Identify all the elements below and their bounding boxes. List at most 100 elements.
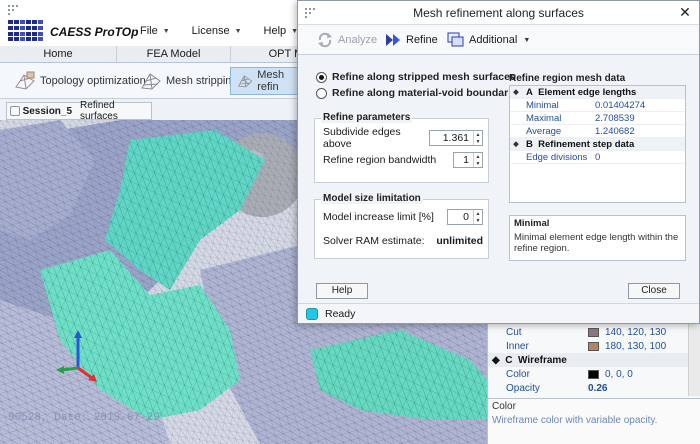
dialog-statusbar: Ready <box>298 303 699 323</box>
grid-key: Average <box>526 125 562 137</box>
chevron-down-icon: ▼ <box>523 36 531 44</box>
main-menu: File ▼ License ▼ Help ▼ <box>140 25 320 37</box>
grid-value: 0.01404274 <box>595 99 646 111</box>
radio-dot-checked[interactable] <box>316 71 327 83</box>
additional-label: Additional <box>469 34 518 46</box>
property-row-opacity[interactable]: Opacity 0.26 <box>488 381 700 395</box>
info-title: Minimal <box>514 218 550 229</box>
app-title: CAESS ProTOp <box>50 25 139 39</box>
property-scrollbar[interactable] <box>688 320 700 396</box>
dialog-toolbar: Analyze Refine Additional ▼ <box>298 25 699 55</box>
section-letter: C <box>505 354 513 366</box>
close-button[interactable]: Close <box>628 283 680 299</box>
analyze-button[interactable]: Analyze <box>316 29 377 51</box>
collapse-icon[interactable]: ◆ <box>510 140 522 148</box>
property-help-box: Color Wireframe color with variable opac… <box>488 398 700 444</box>
refine-button[interactable]: Refine <box>384 29 438 51</box>
grid-row-maximal[interactable]: Maximal 2.708539 <box>510 112 685 125</box>
grid-row-edge-divisions[interactable]: Edge divisions 0 <box>510 151 685 164</box>
refine-parameters-group: Refine parameters Subdivide edges above … <box>314 112 489 183</box>
increase-limit-value[interactable]: 0 <box>448 211 473 223</box>
increase-limit-label: Model increase limit [%] <box>323 211 434 223</box>
bandwidth-value[interactable]: 1 <box>454 154 473 166</box>
mesh-refinement-button[interactable]: Mesh refin <box>230 67 302 95</box>
section-title: Element edge lengths <box>538 86 637 98</box>
bandwidth-row: Refine region bandwidth 1 ▲ ▼ <box>323 152 483 168</box>
app-logo <box>8 20 46 42</box>
session-name[interactable]: Session_5 <box>23 106 72 117</box>
section-edge-lengths[interactable]: ◆ A Element edge lengths <box>510 86 685 99</box>
grid-key: Minimal <box>526 99 559 111</box>
section-refinement-step[interactable]: ◆ B Refinement step data <box>510 138 685 151</box>
refresh-icon <box>318 32 332 48</box>
property-row-inner[interactable]: Inner 180, 130, 100 <box>488 339 700 353</box>
color-swatch-cut[interactable] <box>588 327 599 337</box>
dialog-title: Mesh refinement along surfaces <box>413 6 584 20</box>
section-title: Refinement step data <box>538 138 635 150</box>
section-letter: B <box>526 138 533 150</box>
tab-fea-model[interactable]: FEA Model <box>117 46 231 62</box>
group-title: Model size limitation <box>321 193 423 204</box>
property-value: 140, 120, 130 <box>605 326 667 338</box>
menu-license[interactable]: License ▼ <box>192 25 242 37</box>
property-label: Opacity <box>506 382 540 394</box>
property-value: 0.26 <box>588 382 608 394</box>
session-grip-icon[interactable] <box>10 106 20 116</box>
subdivide-stepper[interactable]: 1.361 ▲ ▼ <box>429 130 483 146</box>
menu-help[interactable]: Help ▼ <box>264 25 299 37</box>
stepper-arrows-icon[interactable]: ▲ ▼ <box>473 210 482 224</box>
chevron-down-icon: ▼ <box>162 27 170 35</box>
session-bar: Session_5 Refined surfaces <box>6 100 152 122</box>
info-box: Minimal Minimal element edge length with… <box>509 215 686 261</box>
radio-material-void[interactable]: Refine along material-void boundaries <box>316 87 523 99</box>
grid-value: 0 <box>595 151 601 163</box>
grid-key: Maximal <box>526 112 562 124</box>
close-icon[interactable]: ✕ <box>671 1 699 24</box>
windows-stack-icon <box>447 32 464 47</box>
grid-row-average[interactable]: Average 1.240682 <box>510 125 685 138</box>
color-swatch-wireframe[interactable] <box>588 369 599 379</box>
model-size-group: Model size limitation Model increase lim… <box>314 193 489 259</box>
menu-file[interactable]: File ▼ <box>140 25 170 37</box>
property-row-color[interactable]: Color 0, 0, 0 <box>488 367 700 381</box>
topology-icon <box>15 71 35 90</box>
additional-button[interactable]: Additional ▼ <box>447 29 530 51</box>
menu-license-label: License <box>191 25 230 37</box>
topology-optimization-button[interactable]: Topology optimization <box>8 67 152 95</box>
mesh-refine-icon <box>237 75 253 88</box>
dialog-titlebar[interactable]: Mesh refinement along surfaces ✕ <box>298 1 699 25</box>
app-menu-icon[interactable] <box>7 4 19 16</box>
tab-home[interactable]: Home <box>0 46 117 62</box>
help-button[interactable]: Help <box>316 283 368 299</box>
property-row-cut[interactable]: Cut 140, 120, 130 <box>488 325 700 339</box>
stepper-arrows-icon[interactable]: ▲ ▼ <box>473 153 482 167</box>
refine-label: Refine <box>406 34 438 46</box>
radio-dot[interactable] <box>316 87 327 99</box>
section-label: A Element edge lengths <box>522 87 636 98</box>
analyze-label: Analyze <box>338 34 378 46</box>
color-swatch-inner[interactable] <box>588 341 599 351</box>
mesh-refinement-label: Mesh refin <box>257 69 285 93</box>
grid-value: 2.708539 <box>595 112 635 124</box>
mesh-stripping-button[interactable]: Mesh stripping <box>134 67 244 95</box>
radio-stripped-surfaces[interactable]: Refine along stripped mesh surfaces <box>316 71 516 83</box>
mesh-stripping-label: Mesh stripping <box>166 75 238 87</box>
session-view[interactable]: Refined surfaces <box>80 100 151 122</box>
subdivide-row: Subdivide edges above 1.361 ▲ ▼ <box>323 126 483 150</box>
stepper-arrows-icon[interactable]: ▲ ▼ <box>473 131 482 145</box>
collapse-icon[interactable]: ◆ <box>510 88 522 96</box>
section-wireframe-marker: ◆ C Wireframe <box>492 354 567 366</box>
grid-row-minimal[interactable]: Minimal 0.01404274 <box>510 99 685 112</box>
bandwidth-stepper[interactable]: 1 ▲ ▼ <box>453 152 483 168</box>
property-label: Cut <box>506 326 522 338</box>
property-help-text: Wireframe color with variable opacity. <box>492 415 658 426</box>
menu-help-label: Help <box>263 25 287 37</box>
ram-estimate-value: unlimited <box>436 235 483 247</box>
section-letter: A <box>526 86 533 98</box>
increase-limit-stepper[interactable]: 0 ▲ ▼ <box>447 209 483 225</box>
status-indicator-icon <box>306 308 318 320</box>
region-data-grid: ◆ A Element edge lengths Minimal 0.01404… <box>509 85 686 203</box>
grid-key: Edge divisions <box>526 151 588 163</box>
subdivide-value[interactable]: 1.361 <box>430 132 473 144</box>
section-wireframe[interactable]: ◆ C Wireframe <box>488 353 700 367</box>
